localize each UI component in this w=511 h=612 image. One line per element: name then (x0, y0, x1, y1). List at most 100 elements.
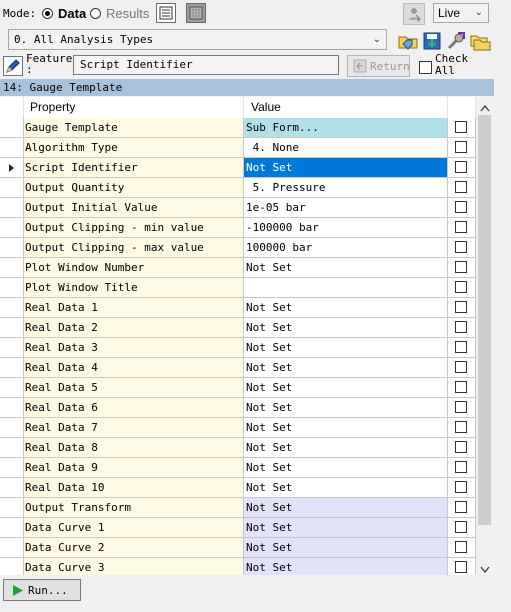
analysis-type-select[interactable]: 0. All Analysis Types ⌄ (8, 29, 387, 50)
texture-view-icon[interactable] (186, 3, 206, 23)
row-selector[interactable] (0, 238, 24, 258)
run-button[interactable]: Run... (3, 579, 81, 601)
property-value-cell[interactable]: Not Set (244, 318, 448, 338)
table-row[interactable]: Plot Window Number Not Set (0, 258, 476, 278)
row-checkbox[interactable] (455, 461, 467, 473)
property-value-cell[interactable]: Not Set (244, 438, 448, 458)
table-row[interactable]: Real Data 3 Not Set (0, 338, 476, 358)
row-checkbox[interactable] (455, 481, 467, 493)
row-selector[interactable] (0, 478, 24, 498)
property-value-cell[interactable]: Not Set (244, 358, 448, 378)
property-value-cell[interactable]: Not Set (244, 418, 448, 438)
row-checkbox[interactable] (455, 421, 467, 433)
row-checkbox[interactable] (455, 561, 467, 573)
row-selector[interactable] (0, 138, 24, 158)
property-value-cell[interactable]: Not Set (244, 478, 448, 498)
value-column-header[interactable]: Value (244, 97, 448, 118)
row-checkbox[interactable] (455, 261, 467, 273)
mode-data-radio[interactable] (42, 8, 53, 19)
mode-results-label[interactable]: Results (106, 6, 149, 21)
row-selector[interactable] (0, 358, 24, 378)
property-value-cell[interactable]: Not Set (244, 258, 448, 278)
property-value-cell[interactable]: Not Set (244, 458, 448, 478)
row-checkbox[interactable] (455, 441, 467, 453)
table-row[interactable]: Output Clipping - min value -100000 bar (0, 218, 476, 238)
table-row[interactable]: Real Data 10 Not Set (0, 478, 476, 498)
scroll-up-arrow-icon[interactable] (480, 101, 490, 115)
feature-input[interactable]: Script Identifier (73, 55, 339, 75)
row-checkbox[interactable] (455, 521, 467, 533)
pencil-icon[interactable] (3, 56, 23, 76)
table-row[interactable]: Data Curve 1 Not Set (0, 518, 476, 538)
row-selector[interactable] (0, 378, 24, 398)
row-checkbox[interactable] (455, 281, 467, 293)
folder-stack-icon[interactable] (469, 30, 491, 52)
property-value-cell[interactable]: Not Set (244, 538, 448, 558)
row-selector[interactable] (0, 438, 24, 458)
table-row[interactable]: Real Data 7 Not Set (0, 418, 476, 438)
return-button[interactable]: Return (347, 55, 410, 77)
row-checkbox[interactable] (455, 141, 467, 153)
check-all-label[interactable]: Check All (435, 53, 468, 77)
row-checkbox[interactable] (455, 501, 467, 513)
row-checkbox[interactable] (455, 201, 467, 213)
table-row[interactable]: Real Data 8 Not Set (0, 438, 476, 458)
property-value-cell[interactable]: Not Set (244, 518, 448, 538)
row-selector[interactable] (0, 538, 24, 558)
folder-tag-icon[interactable] (397, 30, 419, 52)
table-row[interactable]: Real Data 1 Not Set (0, 298, 476, 318)
check-all-checkbox[interactable] (419, 61, 432, 74)
property-value-cell[interactable]: Not Set (244, 298, 448, 318)
row-checkbox[interactable] (455, 241, 467, 253)
row-selector[interactable] (0, 498, 24, 518)
row-checkbox[interactable] (455, 381, 467, 393)
property-value-cell[interactable]: 4. None (244, 138, 448, 158)
row-checkbox[interactable] (455, 221, 467, 233)
row-checkbox[interactable] (455, 341, 467, 353)
property-value-cell[interactable]: Not Set (244, 378, 448, 398)
row-checkbox[interactable] (455, 361, 467, 373)
row-selector[interactable] (0, 278, 24, 298)
row-checkbox[interactable] (455, 321, 467, 333)
mode-results-radio[interactable] (90, 8, 101, 19)
user-cursor-icon[interactable] (403, 3, 425, 25)
row-checkbox[interactable] (455, 121, 467, 133)
table-row[interactable]: Algorithm Type 4. None (0, 138, 476, 158)
grid-view-icon[interactable] (156, 3, 176, 23)
row-selector[interactable] (0, 258, 24, 278)
scrollbar-thumb[interactable] (478, 115, 491, 525)
table-row[interactable]: Real Data 9 Not Set (0, 458, 476, 478)
property-value-cell[interactable]: Not Set (244, 498, 448, 518)
mode-data-label[interactable]: Data (58, 6, 86, 21)
wrench-icon[interactable] (445, 30, 467, 52)
table-row[interactable]: Script Identifier Not Set (0, 158, 476, 178)
table-row[interactable]: Output Clipping - max value 100000 bar (0, 238, 476, 258)
row-selector[interactable] (0, 558, 24, 575)
row-selector[interactable] (0, 418, 24, 438)
table-row[interactable]: Output Quantity 5. Pressure (0, 178, 476, 198)
row-checkbox[interactable] (455, 181, 467, 193)
row-selector[interactable] (0, 298, 24, 318)
table-row[interactable]: Real Data 6 Not Set (0, 398, 476, 418)
row-selector[interactable] (0, 318, 24, 338)
save-down-icon[interactable] (421, 30, 443, 52)
property-value-cell[interactable]: Not Set (244, 558, 448, 575)
table-row[interactable]: Data Curve 2 Not Set (0, 538, 476, 558)
property-value-cell[interactable]: Not Set (244, 158, 448, 178)
property-value-cell[interactable]: 5. Pressure (244, 178, 448, 198)
vertical-scrollbar[interactable] (476, 97, 494, 575)
row-selector[interactable] (0, 178, 24, 198)
property-value-cell[interactable]: Not Set (244, 338, 448, 358)
row-checkbox[interactable] (455, 161, 467, 173)
row-selector[interactable] (0, 338, 24, 358)
table-row[interactable]: Real Data 5 Not Set (0, 378, 476, 398)
property-value-cell[interactable]: Sub Form... (244, 118, 448, 138)
row-checkbox[interactable] (455, 401, 467, 413)
table-row[interactable]: Output Initial Value 1e-05 bar (0, 198, 476, 218)
row-checkbox[interactable] (455, 301, 467, 313)
table-row[interactable]: Real Data 4 Not Set (0, 358, 476, 378)
row-selector[interactable] (0, 458, 24, 478)
table-row[interactable]: Data Curve 3 Not Set (0, 558, 476, 575)
table-row[interactable]: Output Transform Not Set (0, 498, 476, 518)
row-selector[interactable] (0, 158, 24, 178)
